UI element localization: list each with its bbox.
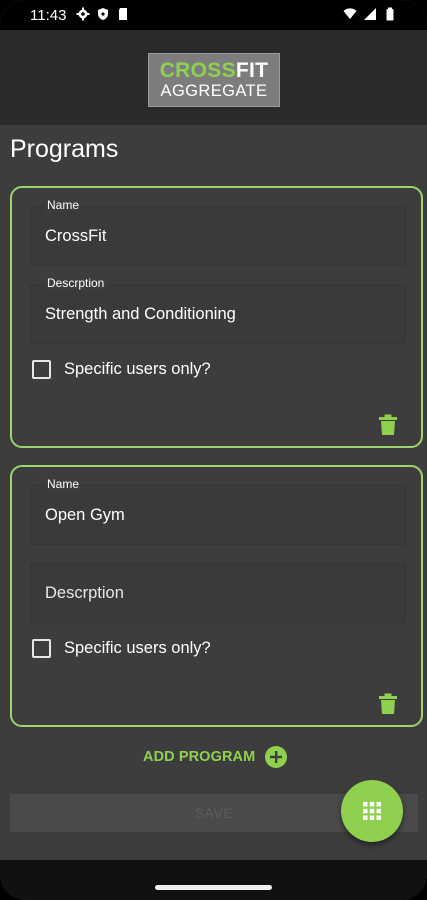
home-indicator[interactable] — [155, 885, 272, 890]
app-header: CROSSFIT AGGREGATE — [0, 30, 427, 125]
wifi-icon — [343, 8, 357, 19]
program-name-label: Name — [45, 477, 82, 491]
status-bar: 11:43 — [0, 0, 427, 30]
delete-program-icon[interactable] — [378, 414, 398, 436]
program-name-label: Name — [45, 198, 82, 212]
specific-users-checkbox[interactable] — [32, 359, 51, 379]
program-name-value[interactable]: Open Gym — [45, 506, 125, 525]
grid-icon — [363, 802, 381, 820]
logo-cross-text: CROSS — [159, 59, 236, 82]
program-name-field[interactable]: Name CrossFit — [30, 198, 406, 266]
program-name-value[interactable]: CrossFit — [45, 227, 106, 246]
system-nav-bar — [0, 860, 427, 900]
crossfit-aggregate-logo: CROSSFIT AGGREGATE — [148, 53, 280, 107]
delete-program-icon[interactable] — [378, 693, 398, 715]
battery-icon — [386, 7, 394, 21]
status-left-icons — [76, 7, 130, 21]
specific-users-label[interactable]: Specific users only? — [64, 360, 211, 379]
status-time: 11:43 — [30, 7, 67, 24]
menu-fab-button[interactable] — [341, 780, 403, 842]
program-card: Name Open Gym Descrption Specific users … — [10, 465, 423, 727]
logo-fit-text: FIT — [235, 59, 269, 82]
add-circle-icon[interactable] — [265, 746, 288, 768]
specific-users-row[interactable]: Specific users only? — [32, 358, 211, 380]
specific-users-row[interactable]: Specific users only? — [32, 637, 211, 659]
logo-bottom-text: AGGREGATE — [160, 82, 268, 100]
logo-top-line: CROSSFIT — [149, 60, 279, 82]
specific-users-label[interactable]: Specific users only? — [64, 639, 211, 658]
page-title: Programs — [10, 135, 119, 163]
settings-icon — [76, 7, 90, 21]
status-right-icons — [343, 7, 397, 21]
program-description-field[interactable]: Descrption — [30, 563, 406, 623]
shield-icon — [98, 8, 108, 20]
program-description-placeholder[interactable]: Descrption — [45, 584, 124, 603]
add-program-button[interactable]: ADD PROGRAM — [143, 745, 288, 769]
add-program-label[interactable]: ADD PROGRAM — [143, 749, 255, 765]
program-description-label: Descrption — [45, 276, 107, 290]
specific-users-checkbox[interactable] — [32, 638, 51, 658]
program-name-field[interactable]: Name Open Gym — [30, 477, 406, 545]
program-description-value[interactable]: Strength and Conditioning — [45, 305, 236, 324]
sd-card-icon — [119, 8, 127, 20]
app-screen: 11:43 CROSSFIT AGGREGATE Programs Name C… — [0, 0, 427, 900]
program-card: Name CrossFit Descrption Strength and Co… — [10, 186, 423, 448]
program-description-field[interactable]: Descrption Strength and Conditioning — [30, 276, 406, 344]
signal-icon — [364, 8, 376, 20]
